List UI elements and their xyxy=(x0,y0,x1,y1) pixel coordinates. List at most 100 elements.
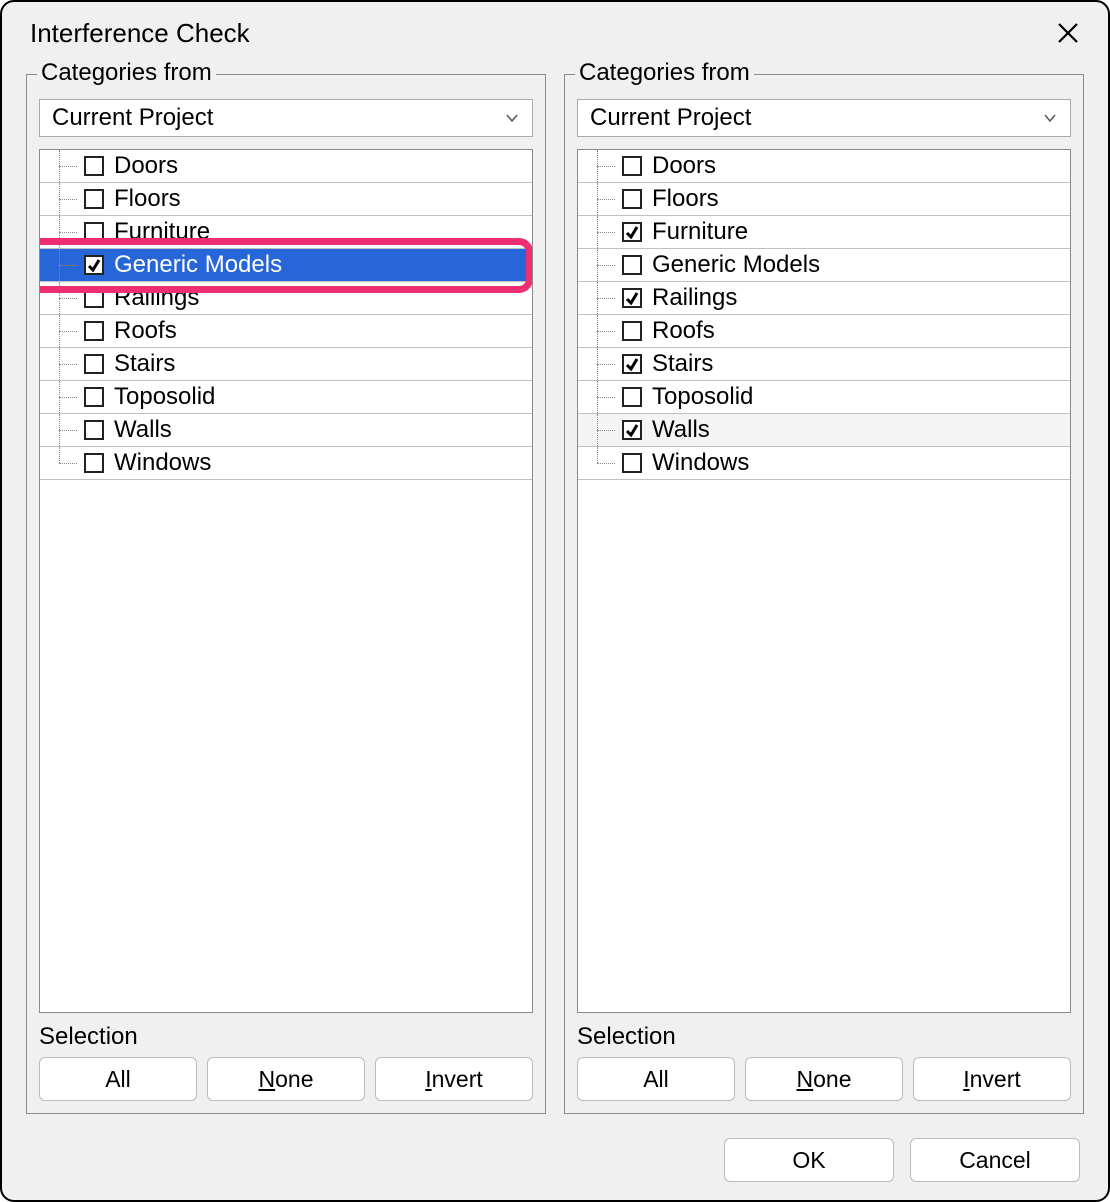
right-category-label: Walls xyxy=(652,416,710,444)
left-category-checkbox[interactable] xyxy=(84,420,104,440)
left-category-checkbox[interactable] xyxy=(84,222,104,242)
right-none-button[interactable]: None xyxy=(745,1057,903,1101)
close-icon xyxy=(1056,21,1080,45)
right-category-label: Toposolid xyxy=(652,383,753,411)
left-selection-group: Selection All None Invert xyxy=(39,1023,533,1101)
right-category-item[interactable]: Roofs xyxy=(578,315,1070,348)
left-category-label: Windows xyxy=(114,449,211,477)
tree-line-icon xyxy=(592,414,622,446)
tree-line-icon xyxy=(54,183,84,215)
left-invert-button[interactable]: Invert xyxy=(375,1057,533,1101)
left-category-checkbox[interactable] xyxy=(84,189,104,209)
left-category-label: Railings xyxy=(114,284,199,312)
left-category-checkbox[interactable] xyxy=(84,156,104,176)
right-category-item[interactable]: Doors xyxy=(578,150,1070,183)
right-category-item[interactable]: Stairs xyxy=(578,348,1070,381)
right-source-dropdown[interactable]: Current Project xyxy=(577,99,1071,137)
tree-line-icon xyxy=(54,381,84,413)
button-label-post: nvert xyxy=(432,1066,483,1093)
left-category-label: Furniture xyxy=(114,218,210,246)
left-category-item[interactable]: Stairs xyxy=(40,348,532,381)
chevron-down-icon xyxy=(1042,110,1058,126)
left-category-item[interactable]: Floors xyxy=(40,183,532,216)
left-dropdown-value: Current Project xyxy=(52,104,213,132)
cancel-button[interactable]: Cancel xyxy=(910,1138,1080,1182)
left-category-item[interactable]: Windows xyxy=(40,447,532,480)
left-none-button[interactable]: None xyxy=(207,1057,365,1101)
button-label: OK xyxy=(792,1147,825,1174)
tree-line-icon xyxy=(592,381,622,413)
right-category-checkbox[interactable] xyxy=(622,453,642,473)
ok-button[interactable]: OK xyxy=(724,1138,894,1182)
left-category-label: Floors xyxy=(114,185,181,213)
right-category-checkbox[interactable] xyxy=(622,189,642,209)
button-label: All xyxy=(105,1066,131,1093)
right-category-item[interactable]: Walls xyxy=(578,414,1070,447)
left-category-checkbox[interactable] xyxy=(84,288,104,308)
tree-line-icon xyxy=(592,216,622,248)
left-all-button[interactable]: All xyxy=(39,1057,197,1101)
chevron-down-icon xyxy=(504,110,520,126)
tree-line-icon xyxy=(54,414,84,446)
left-category-list[interactable]: Doors Floors Furniture Generic Models Railin… xyxy=(39,149,533,1013)
left-category-checkbox[interactable] xyxy=(84,354,104,374)
button-label-pre: N xyxy=(259,1066,276,1093)
left-category-item[interactable]: Furniture xyxy=(40,216,532,249)
left-category-item[interactable]: Railings xyxy=(40,282,532,315)
right-category-checkbox[interactable] xyxy=(622,255,642,275)
tree-line-icon xyxy=(592,348,622,380)
right-dropdown-value: Current Project xyxy=(590,104,751,132)
tree-line-icon xyxy=(54,216,84,248)
tree-line-icon xyxy=(592,315,622,347)
right-category-item[interactable]: Floors xyxy=(578,183,1070,216)
left-category-label: Stairs xyxy=(114,350,175,378)
right-category-checkbox[interactable] xyxy=(622,321,642,341)
left-category-label: Toposolid xyxy=(114,383,215,411)
left-panel: Categories from Current Project DoorsFlo… xyxy=(26,74,546,1114)
left-source-dropdown[interactable]: Current Project xyxy=(39,99,533,137)
left-category-label: Walls xyxy=(114,416,172,444)
right-category-list[interactable]: Doors FloorsFurniture Generic Models Railin… xyxy=(577,149,1071,1013)
button-label-pre: N xyxy=(797,1066,814,1093)
right-category-label: Railings xyxy=(652,284,737,312)
tree-line-icon xyxy=(54,447,84,479)
right-category-checkbox[interactable] xyxy=(622,156,642,176)
right-category-label: Furniture xyxy=(652,218,748,246)
left-category-checkbox[interactable] xyxy=(84,255,104,275)
right-category-item[interactable]: Furniture xyxy=(578,216,1070,249)
left-category-item[interactable]: Roofs xyxy=(40,315,532,348)
left-category-checkbox[interactable] xyxy=(84,387,104,407)
tree-line-icon xyxy=(592,249,622,281)
left-category-checkbox[interactable] xyxy=(84,321,104,341)
left-category-item[interactable]: Walls xyxy=(40,414,532,447)
left-category-checkbox[interactable] xyxy=(84,453,104,473)
right-invert-button[interactable]: Invert xyxy=(913,1057,1071,1101)
right-category-item[interactable]: Generic Models xyxy=(578,249,1070,282)
right-selection-buttons: All None Invert xyxy=(577,1057,1071,1101)
right-category-checkbox[interactable] xyxy=(622,420,642,440)
right-category-label: Doors xyxy=(652,152,716,180)
left-category-label: Generic Models xyxy=(114,251,282,279)
interference-check-dialog: Interference Check Categories from Curre… xyxy=(0,0,1110,1202)
right-category-label: Generic Models xyxy=(652,251,820,279)
right-all-button[interactable]: All xyxy=(577,1057,735,1101)
right-category-item[interactable]: Toposolid xyxy=(578,381,1070,414)
close-button[interactable] xyxy=(1050,15,1086,51)
right-category-checkbox[interactable] xyxy=(622,222,642,242)
right-category-checkbox[interactable] xyxy=(622,288,642,308)
right-category-checkbox[interactable] xyxy=(622,354,642,374)
right-category-checkbox[interactable] xyxy=(622,387,642,407)
left-category-item[interactable]: Generic Models xyxy=(40,249,532,282)
left-category-label: Doors xyxy=(114,152,178,180)
button-label-post: one xyxy=(275,1066,313,1093)
right-category-item[interactable]: Windows xyxy=(578,447,1070,480)
left-category-item[interactable]: Doors xyxy=(40,150,532,183)
tree-line-icon xyxy=(592,447,622,479)
tree-line-icon xyxy=(54,348,84,380)
right-category-item[interactable]: Railings xyxy=(578,282,1070,315)
left-category-item[interactable]: Toposolid xyxy=(40,381,532,414)
button-label-post: nvert xyxy=(970,1066,1021,1093)
left-panel-legend: Categories from xyxy=(37,59,216,87)
right-category-label: Roofs xyxy=(652,317,715,345)
dialog-title: Interference Check xyxy=(30,18,250,49)
